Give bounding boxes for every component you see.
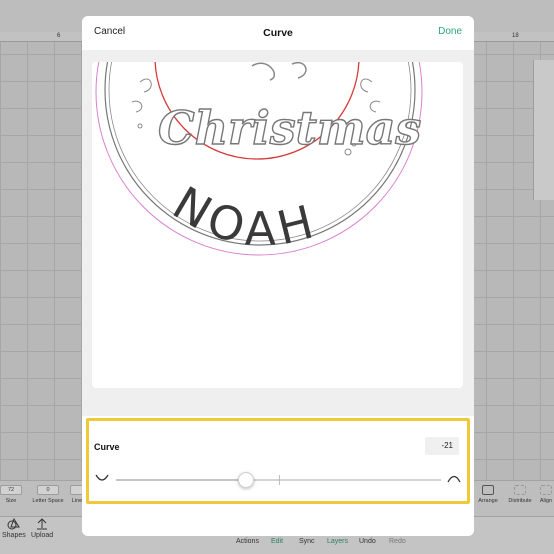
- flourish-top: [251, 62, 307, 81]
- curve-value-input[interactable]: -21: [425, 437, 459, 455]
- layers-tab[interactable]: Layers: [327, 538, 348, 545]
- arrange-icon: [482, 485, 494, 495]
- ruler-mark: 6: [57, 33, 61, 39]
- shapes-label: Shapes: [2, 532, 26, 539]
- line-space-label: Line: [71, 498, 83, 504]
- align-button[interactable]: Align: [538, 485, 554, 504]
- distribute-icon: [514, 485, 526, 495]
- slider-center-tick: [278, 475, 280, 485]
- upload-label: Upload: [31, 532, 54, 539]
- align-icon: [540, 485, 552, 495]
- slider-fill: [116, 479, 246, 481]
- shapes-button[interactable]: Shapes: [2, 517, 26, 539]
- upload-button[interactable]: Upload: [31, 518, 53, 539]
- size-label: Size: [5, 498, 17, 504]
- dialog-title: Curve: [263, 27, 293, 39]
- slider-thumb[interactable]: [238, 472, 254, 488]
- arrange-button[interactable]: Arrange: [476, 485, 500, 504]
- letter-space-label: Letter Space: [32, 498, 64, 504]
- curve-slider[interactable]: [116, 472, 441, 488]
- curved-text-preview: Christmas NOAH: [95, 62, 423, 256]
- edit-tab[interactable]: Edit: [271, 538, 283, 545]
- distribute-button[interactable]: Distribute: [506, 485, 534, 504]
- actions-tab[interactable]: Actions: [236, 538, 259, 545]
- size-value: 72: [0, 485, 22, 495]
- size-tool[interactable]: 72 Size: [0, 485, 22, 504]
- upload-icon: [37, 518, 48, 530]
- preview-area: Christmas NOAH: [82, 50, 474, 416]
- name-text-path: NOAH: [164, 176, 318, 256]
- dialog-header: Cancel Curve Done: [82, 16, 474, 50]
- arrange-label: Arrange: [478, 498, 498, 504]
- redo-button[interactable]: Redo: [389, 538, 406, 545]
- done-button[interactable]: Done: [438, 26, 462, 37]
- distribute-label: Distribute: [508, 498, 532, 504]
- sync-tab[interactable]: Sync: [299, 538, 315, 545]
- curve-dialog: Cancel Curve Done Christmas NOAH Curve -…: [82, 16, 474, 536]
- letter-space-value: 0: [37, 485, 59, 495]
- curve-control-panel: Curve -21: [86, 418, 470, 504]
- layers-panel: [533, 60, 554, 200]
- align-label: Align: [539, 498, 553, 504]
- flourish-left: [131, 78, 152, 113]
- curve-label: Curve: [94, 442, 120, 452]
- design-preview: Christmas NOAH: [92, 62, 463, 388]
- shapes-icon: [7, 517, 20, 530]
- ruler-mark: 18: [512, 33, 519, 39]
- christmas-text: Christmas: [158, 101, 421, 155]
- name-text: NOAH: [164, 176, 324, 256]
- letter-space-tool[interactable]: 0 Letter Space: [30, 485, 66, 504]
- curve-down-icon[interactable]: [95, 473, 109, 483]
- undo-button[interactable]: Undo: [359, 538, 376, 545]
- cancel-button[interactable]: Cancel: [94, 26, 125, 37]
- curve-up-icon[interactable]: [447, 473, 461, 483]
